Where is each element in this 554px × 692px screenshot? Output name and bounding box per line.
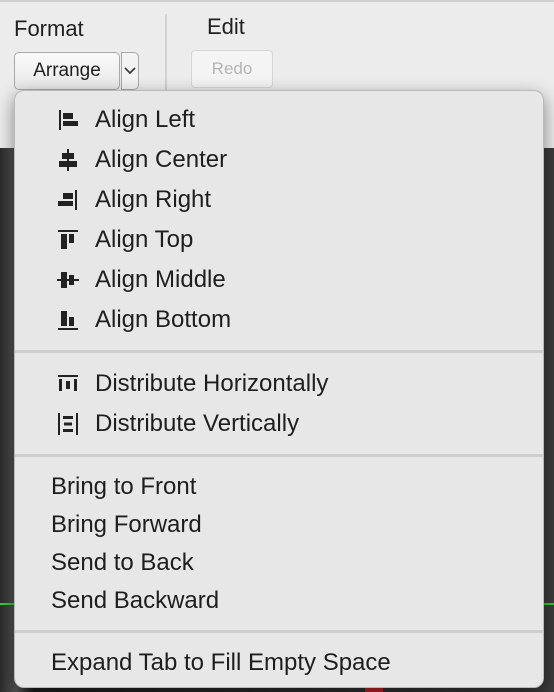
menu-item-align-center[interactable]: Align Center	[15, 141, 543, 179]
menu-item-label: Align Right	[95, 186, 212, 213]
menu-separator	[15, 454, 543, 457]
menu-item-send-to-back[interactable]: Send to Back	[15, 544, 543, 582]
align-bottom-icon	[58, 311, 78, 330]
format-group: Format	[14, 16, 84, 42]
format-label: Format	[14, 16, 84, 41]
menu-item-label: Expand Tab to Fill Empty Space	[51, 649, 391, 676]
menu-item-label: Send Backward	[51, 587, 220, 614]
menu-item-label: Bring Forward	[51, 511, 202, 538]
menu-item-label: Distribute Horizontally	[95, 370, 329, 397]
edit-group: Edit	[207, 14, 245, 40]
menu-item-align-left[interactable]: Align Left	[15, 101, 543, 139]
distribute-vertically-icon	[58, 413, 78, 435]
menu-item-label: Align Center	[95, 146, 228, 173]
menu-item-label: Align Middle	[95, 266, 226, 293]
menu-item-bring-to-front[interactable]: Bring to Front	[15, 468, 543, 506]
redo-button[interactable]: Redo	[191, 50, 273, 88]
menu-item-label: Align Left	[95, 106, 196, 133]
menu-item-align-middle[interactable]: Align Middle	[15, 261, 543, 299]
arrange-button[interactable]: Arrange	[14, 52, 120, 90]
arrange-dropdown-button[interactable]	[121, 52, 139, 90]
red-marker	[365, 688, 383, 692]
align-middle-icon	[57, 272, 79, 288]
chevron-down-icon	[124, 67, 136, 75]
edit-label: Edit	[207, 14, 245, 39]
toolbar-divider	[165, 14, 167, 94]
menu-separator	[15, 350, 543, 353]
menu-item-distribute-horizontally[interactable]: Distribute Horizontally	[15, 365, 543, 403]
menu-item-label: Align Top	[95, 226, 194, 253]
menu-item-bring-forward[interactable]: Bring Forward	[15, 506, 543, 544]
distribute-horizontally-icon	[58, 375, 78, 391]
menu-item-label: Distribute Vertically	[95, 410, 300, 437]
menu-item-send-backward[interactable]: Send Backward	[15, 582, 543, 620]
menu-item-expand-tab[interactable]: Expand Tab to Fill Empty Space	[15, 644, 543, 682]
menu-item-align-right[interactable]: Align Right	[15, 181, 543, 219]
align-right-icon	[58, 190, 77, 210]
align-top-icon	[58, 230, 78, 249]
arrange-menu: Align Left Align Center Align Right Alig…	[14, 90, 544, 688]
align-left-icon	[59, 110, 78, 130]
redo-button-label: Redo	[211, 59, 253, 78]
menu-item-align-top[interactable]: Align Top	[15, 221, 543, 259]
menu-item-label: Send to Back	[51, 549, 194, 576]
menu-item-label: Align Bottom	[95, 306, 232, 333]
menu-item-label: Bring to Front	[51, 473, 197, 500]
menu-separator	[15, 630, 543, 633]
menu-item-align-bottom[interactable]: Align Bottom	[15, 301, 543, 339]
arrange-button-label: Arrange	[33, 60, 101, 81]
align-center-icon	[59, 149, 77, 171]
menu-item-distribute-vertically[interactable]: Distribute Vertically	[15, 405, 543, 443]
